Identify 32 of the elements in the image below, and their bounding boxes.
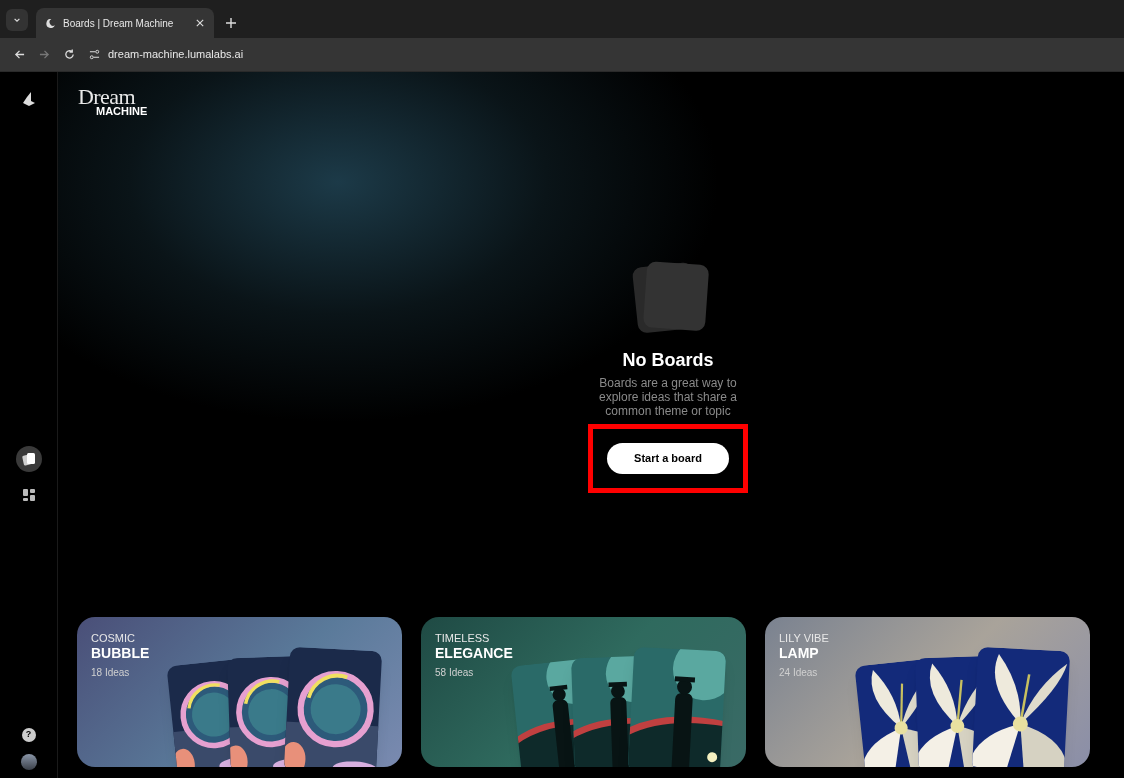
logo-icon[interactable] <box>22 92 35 106</box>
reload-icon[interactable] <box>64 49 75 60</box>
logo-script-text: Dream <box>78 86 136 108</box>
back-icon[interactable] <box>14 49 25 60</box>
logo-bold-text: MACHINE <box>96 106 149 117</box>
boards-icon[interactable] <box>15 446 42 472</box>
board-count: 24 Ideas <box>779 666 819 680</box>
avatar[interactable] <box>20 754 37 770</box>
board-card[interactable]: COSMIC BUBBLE 18 Ideas <box>77 617 402 767</box>
empty-state-description: Boards are a great way to explore ideas that share a common theme or topic <box>597 376 739 418</box>
board-title: LAMP <box>779 646 820 661</box>
help-button[interactable]: ? <box>21 728 36 742</box>
tab-menu-button[interactable] <box>6 9 28 31</box>
start-board-button[interactable]: Start a board <box>607 443 729 474</box>
caret-icon <box>13 16 21 24</box>
board-eyebrow: COSMIC <box>91 631 136 646</box>
close-icon[interactable] <box>196 19 204 27</box>
url-text[interactable]: dream-machine.lumalabs.ai <box>108 46 244 63</box>
board-title: ELEGANCE <box>435 646 513 661</box>
board-eyebrow: LILY VIBE <box>779 631 829 646</box>
board-eyebrow: TIMELESS <box>435 631 491 646</box>
board-count: 58 Ideas <box>435 666 475 680</box>
site-settings-icon[interactable] <box>89 49 100 60</box>
forward-icon[interactable] <box>39 49 50 60</box>
tab-title: Boards | Dream Machine <box>63 16 175 31</box>
browser-tab[interactable]: Boards | Dream Machine <box>36 8 214 38</box>
board-title: BUBBLE <box>91 646 150 661</box>
board-card[interactable]: TIMELESS ELEGANCE 58 Ideas <box>421 617 746 767</box>
empty-state-title: No Boards <box>622 349 714 372</box>
moon-icon <box>46 18 55 28</box>
new-tab-icon[interactable] <box>226 18 236 28</box>
board-count: 18 Ideas <box>91 666 131 680</box>
